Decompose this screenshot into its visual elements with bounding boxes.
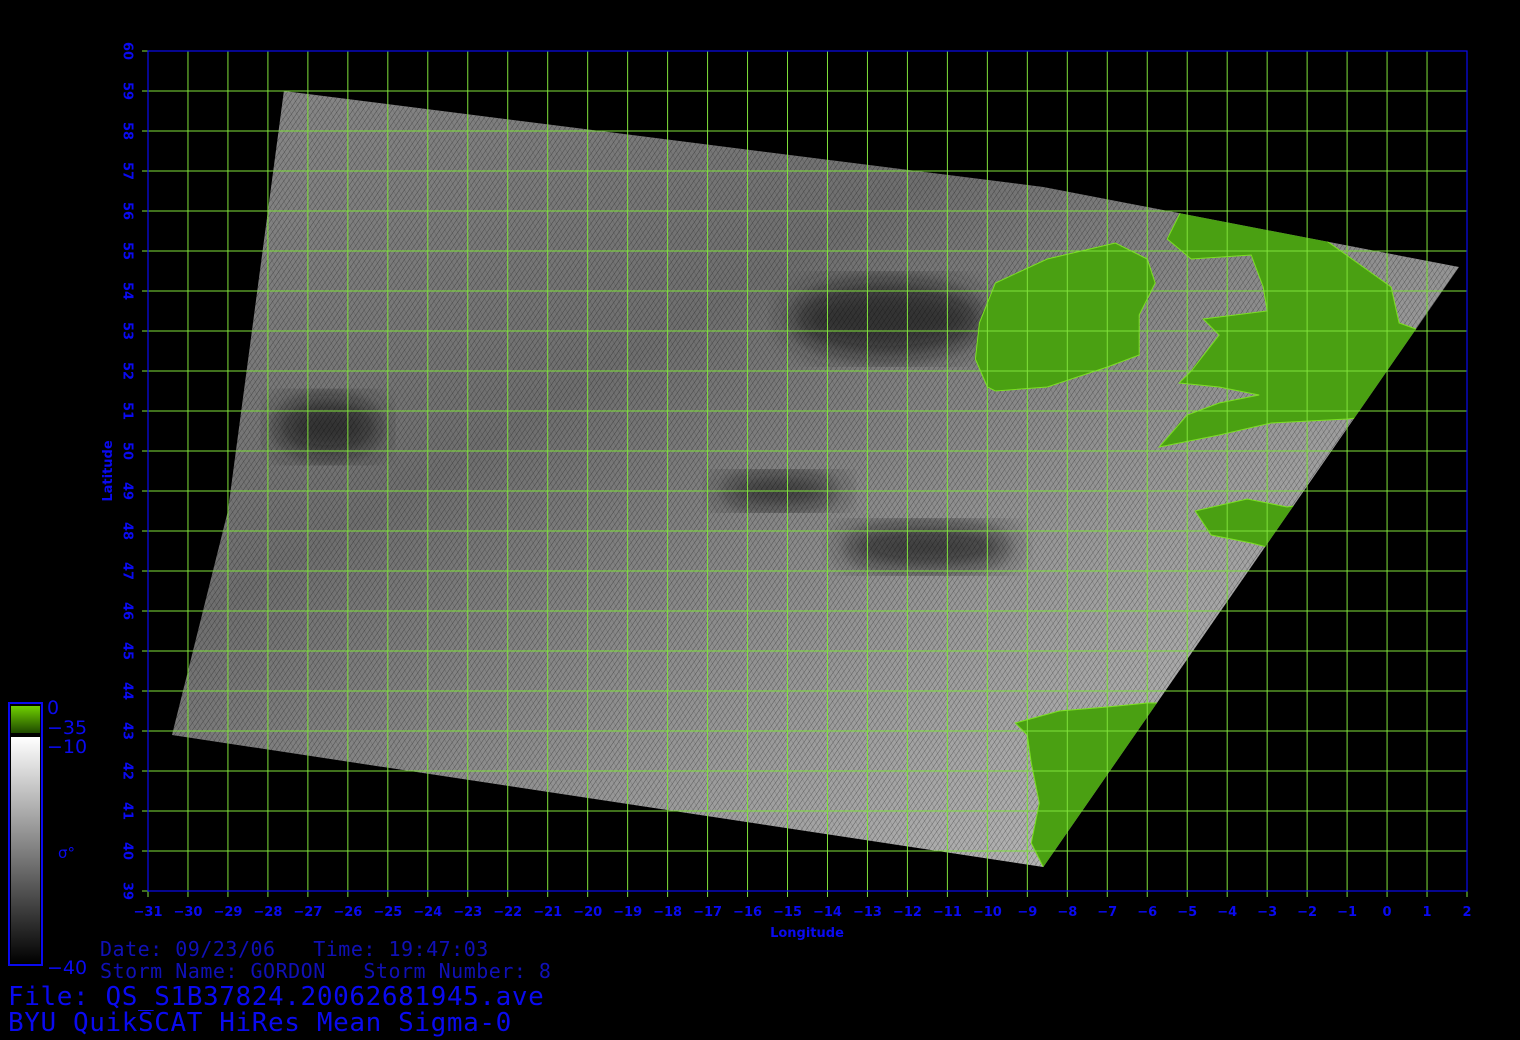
lat-tick-label: 42 <box>120 762 135 780</box>
lon-tick-label: −10 <box>973 905 1002 920</box>
lon-tick-label: −14 <box>813 905 842 920</box>
lat-tick-label: 57 <box>120 162 135 180</box>
lon-tick-label: −21 <box>533 905 562 920</box>
lat-tick-label: 46 <box>120 602 135 620</box>
lat-tick-label: 51 <box>120 402 135 420</box>
lon-tick-label: −19 <box>613 905 642 920</box>
colorbar: 0 −35 −10 −40 σ° <box>8 697 87 979</box>
swath-texture-2 <box>172 91 1459 867</box>
lon-tick-label: −8 <box>1057 905 1077 920</box>
y-axis-label: Latitude <box>101 440 116 502</box>
land-iberia <box>1014 702 1181 867</box>
lat-tick-label: 49 <box>120 482 135 500</box>
lon-tick-label: −26 <box>333 905 362 920</box>
lon-tick-label: −15 <box>773 905 802 920</box>
lon-tick-label: −5 <box>1177 905 1197 920</box>
lon-tick-label: −4 <box>1217 905 1237 920</box>
lat-tick-label: 54 <box>120 282 135 300</box>
lat-tick-label: 55 <box>120 242 135 260</box>
lat-tick-label: 53 <box>120 322 135 340</box>
lat-tick-label: 40 <box>120 842 135 860</box>
lon-tick-label: −13 <box>853 905 882 920</box>
lat-tick-label: 60 <box>120 42 135 60</box>
scatterometer-swath <box>172 91 1459 867</box>
storm-info-line: Storm Name: GORDON Storm Number: 8 <box>100 959 552 983</box>
latitude-tick-labels: 39 40 41 42 43 44 45 46 47 48 49 50 51 52 53 54 55 56 57 58… <box>120 42 135 900</box>
lon-tick-label: −25 <box>373 905 402 920</box>
colorbar-land-ramp <box>11 706 40 733</box>
lon-tick-label: −20 <box>573 905 602 920</box>
lon-tick-label: −18 <box>653 905 682 920</box>
lon-tick-label: −12 <box>893 905 922 920</box>
colorbar-land-top-label: 0 <box>47 697 59 719</box>
lon-tick-label: −7 <box>1097 905 1117 920</box>
lon-tick-label: −16 <box>733 905 762 920</box>
lat-tick-label: 41 <box>120 802 135 820</box>
x-axis-label: Longitude <box>770 926 844 941</box>
product-title-line: BYU QuikSCAT HiRes Mean Sigma-0 <box>8 1008 512 1038</box>
lon-tick-label: 2 <box>1462 905 1471 920</box>
lat-tick-label: 58 <box>120 122 135 140</box>
lat-tick-label: 48 <box>120 522 135 540</box>
colorbar-sigma-label: σ° <box>58 844 75 862</box>
lat-tick-label: 44 <box>120 682 135 700</box>
lon-tick-label: −22 <box>493 905 522 920</box>
lat-tick-label: 47 <box>120 562 135 580</box>
lon-tick-label: −27 <box>293 905 322 920</box>
longitude-tick-labels: −31 −30 −29 −28 −27 −26 −25 −24 −23 −22 −21 −20 −19−… <box>134 905 1472 920</box>
lon-tick-label: −29 <box>213 905 242 920</box>
lat-tick-label: 52 <box>120 362 135 380</box>
lat-tick-label: 43 <box>120 722 135 740</box>
lon-tick-label: −2 <box>1297 905 1317 920</box>
lat-tick-label: 50 <box>120 442 135 460</box>
sigma0-map: −31 −30 −29 −28 −27 −26 −25 −24 −23 −22 −21 −20 −19−… <box>8 42 1472 979</box>
lon-tick-label: −9 <box>1017 905 1037 920</box>
date-time-line: Date: 09/23/06 Time: 19:47:03 <box>100 937 489 961</box>
lon-tick-label: −17 <box>693 905 722 920</box>
lat-tick-label: 45 <box>120 642 135 660</box>
lon-tick-label: −28 <box>253 905 282 920</box>
lon-tick-label: −6 <box>1137 905 1157 920</box>
lat-tick-label: 59 <box>120 82 135 100</box>
file-name-line: File: QS_S1B37824.20062681945.ave <box>8 982 545 1012</box>
lon-tick-label: −24 <box>413 905 442 920</box>
lon-tick-label: −23 <box>453 905 482 920</box>
lon-tick-label: −31 <box>134 905 163 920</box>
lat-tick-label: 56 <box>120 202 135 220</box>
lat-tick-label: 39 <box>120 882 135 900</box>
lon-tick-label: 0 <box>1383 905 1392 920</box>
colorbar-ocean-bottom-label: −40 <box>47 957 87 979</box>
lon-tick-label: −3 <box>1257 905 1277 920</box>
lon-tick-label: −30 <box>173 905 202 920</box>
colorbar-ocean-top-label: −10 <box>47 736 87 758</box>
lon-tick-label: 1 <box>1423 905 1432 920</box>
lon-tick-label: −11 <box>933 905 962 920</box>
lon-tick-label: −1 <box>1337 905 1357 920</box>
colorbar-ocean-ramp <box>11 737 40 964</box>
